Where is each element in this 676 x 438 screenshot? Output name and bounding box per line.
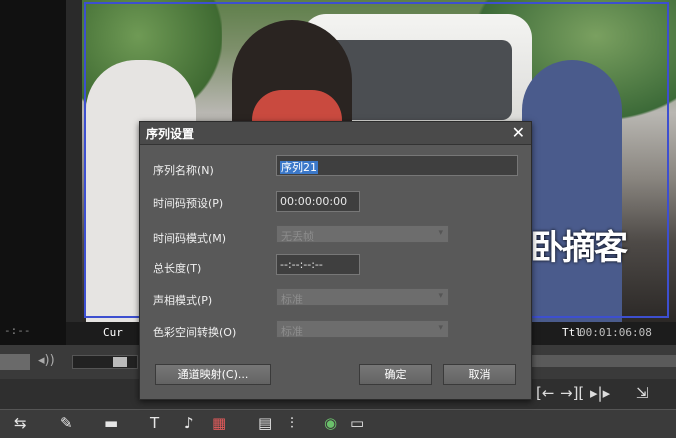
color-icon[interactable]: ▦ (212, 414, 226, 432)
audio-mode-select[interactable]: 标准 ▾ (276, 288, 449, 306)
cur-label: Cur (103, 326, 123, 339)
pen-icon[interactable]: ✎ (60, 414, 73, 432)
audio-icon[interactable]: ◂)) (38, 353, 55, 368)
total-length-input[interactable]: --:--:--:-- (276, 254, 360, 275)
dialog-titlebar[interactable]: 序列设置 ✕ (140, 122, 531, 145)
close-icon[interactable]: ✕ (512, 123, 525, 142)
position-bar[interactable] (530, 355, 676, 367)
text-icon[interactable]: T (150, 414, 159, 432)
color-space-value: 标准 (281, 325, 303, 338)
audio-mode-label: 声相模式(P) (153, 294, 213, 307)
grid-icon[interactable]: ▤ (258, 414, 272, 432)
timecode-preset-input[interactable]: 00:00:00:00 (276, 191, 360, 212)
total-length-label: 总长度(T) (153, 262, 202, 275)
chevron-down-icon: ▾ (438, 323, 443, 333)
layout-icon[interactable]: ▭ (350, 414, 364, 432)
export-icon[interactable]: ⇲ (636, 384, 649, 402)
track-header[interactable] (0, 354, 30, 370)
jog-slider[interactable] (72, 355, 138, 369)
timecode-preset-label: 时间码预设(P) (153, 197, 224, 210)
sequence-name-input[interactable]: 序列21 (276, 155, 518, 176)
mark-in-icon[interactable]: [← (536, 384, 554, 402)
chevron-down-icon: ▾ (438, 291, 443, 301)
chevron-down-icon: ▾ (438, 228, 443, 238)
split-icon[interactable]: ▸|▸ (590, 384, 610, 402)
dialog-title: 序列设置 (146, 127, 195, 141)
sequence-name-value: 序列21 (280, 161, 318, 174)
panel-divider[interactable] (66, 0, 82, 345)
color-space-label: 色彩空间转换(O) (153, 326, 237, 339)
bin-panel: -:-- (0, 0, 66, 345)
color-wheel-icon[interactable]: ◉ (324, 414, 337, 432)
channel-map-button[interactable]: 通道映射(C)... (155, 364, 271, 385)
audio-mode-value: 标准 (281, 293, 303, 306)
source-timecode: -:-- (4, 324, 31, 337)
mixer-icon[interactable]: ⫶ (290, 414, 294, 432)
mic-icon[interactable]: ♪ (184, 414, 194, 432)
jog-slider-handle[interactable] (113, 357, 127, 367)
mark-out-icon[interactable]: →][ (560, 384, 584, 402)
ok-button[interactable]: 确定 (359, 364, 432, 385)
timeline-toolbar: ⇆ ✎ ▬ T ♪ ▦ ▤ ⫶ ◉ ▭ (0, 409, 676, 438)
timecode-mode-select[interactable]: 无丢帧 ▾ (276, 225, 449, 243)
cancel-button[interactable]: 取消 (443, 364, 516, 385)
clip-icon[interactable]: ▬ (104, 414, 118, 432)
video-watermark: 卧摘客 (530, 228, 628, 268)
ripple-icon[interactable]: ⇆ (14, 414, 27, 432)
timecode-mode-label: 时间码模式(M) (153, 232, 227, 245)
sequence-settings-dialog: 序列设置 ✕ 序列名称(N) 序列21 时间码预设(P) 00:00:00:00… (139, 121, 532, 400)
sequence-name-label: 序列名称(N) (153, 164, 214, 177)
color-space-select[interactable]: 标准 ▾ (276, 320, 449, 338)
timecode-mode-value: 无丢帧 (281, 230, 314, 243)
ttl-timecode: 00:01:06:08 (579, 326, 652, 339)
